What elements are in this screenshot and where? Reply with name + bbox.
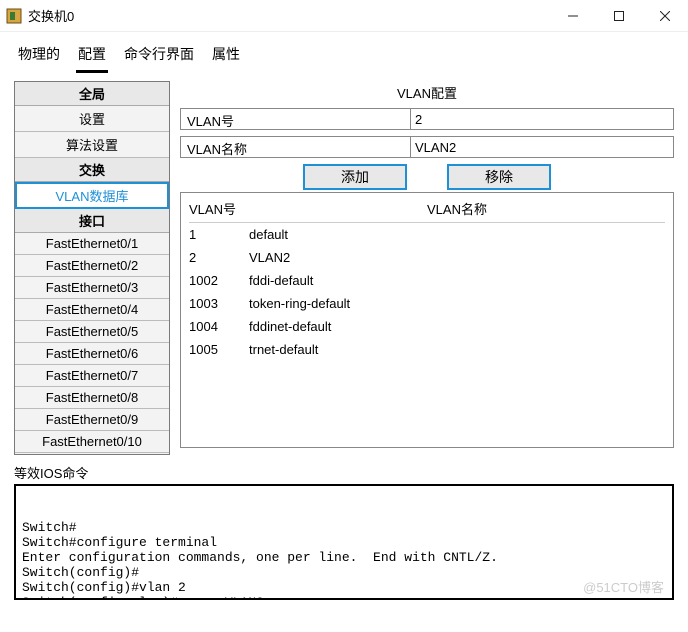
tab-物理的[interactable]: 物理的 xyxy=(16,42,62,73)
cell-vlan-number: 1002 xyxy=(189,273,249,288)
vlan-name-input[interactable] xyxy=(410,136,674,158)
remove-button[interactable]: 移除 xyxy=(447,164,551,190)
sidebar-item[interactable]: 设置 xyxy=(15,106,169,132)
sidebar[interactable]: 全局设置算法设置交换VLAN数据库接口FastEthernet0/1FastEt… xyxy=(14,81,170,455)
sidebar-header: 全局 xyxy=(15,82,169,106)
cell-vlan-number: 2 xyxy=(189,250,249,265)
cell-vlan-name: trnet-default xyxy=(249,342,665,357)
tab-bar: 物理的配置命令行界面属性 xyxy=(0,32,688,75)
vlan-table: VLAN号 VLAN名称 1default2VLAN21002fddi-defa… xyxy=(180,192,674,448)
sidebar-item[interactable]: VLAN数据库 xyxy=(15,182,169,209)
sidebar-item[interactable]: FastEthernet0/1 xyxy=(15,233,169,255)
cell-vlan-number: 1004 xyxy=(189,319,249,334)
sidebar-item[interactable]: FastEthernet0/4 xyxy=(15,299,169,321)
table-row[interactable]: 1003token-ring-default xyxy=(189,292,665,315)
sidebar-header: 交换 xyxy=(15,158,169,182)
table-row[interactable]: 1002fddi-default xyxy=(189,269,665,292)
cell-vlan-name: VLAN2 xyxy=(249,250,665,265)
sidebar-item[interactable]: FastEthernet0/2 xyxy=(15,255,169,277)
sidebar-item[interactable]: 算法设置 xyxy=(15,132,169,158)
cell-vlan-number: 1003 xyxy=(189,296,249,311)
vlan-name-label: VLAN名称 xyxy=(180,136,410,158)
table-row[interactable]: 1004fddinet-default xyxy=(189,315,665,338)
app-icon xyxy=(6,8,22,24)
cell-vlan-name: fddinet-default xyxy=(249,319,665,334)
close-button[interactable] xyxy=(642,0,688,32)
tab-属性[interactable]: 属性 xyxy=(210,42,242,73)
cell-vlan-number: 1005 xyxy=(189,342,249,357)
sidebar-item[interactable]: FastEthernet0/10 xyxy=(15,431,169,453)
window-title: 交换机0 xyxy=(28,6,74,25)
sidebar-header: 接口 xyxy=(15,209,169,233)
tab-命令行界面[interactable]: 命令行界面 xyxy=(122,42,196,73)
sidebar-item[interactable]: FastEthernet0/6 xyxy=(15,343,169,365)
table-row[interactable]: 2VLAN2 xyxy=(189,246,665,269)
cell-vlan-name: token-ring-default xyxy=(249,296,665,311)
header-vlan-number: VLAN号 xyxy=(189,199,249,218)
sidebar-item[interactable]: FastEthernet0/3 xyxy=(15,277,169,299)
cell-vlan-name: default xyxy=(249,227,665,242)
ios-label: 等效IOS命令 xyxy=(0,455,688,482)
vlan-number-input[interactable] xyxy=(410,108,674,130)
watermark: @51CTO博客 xyxy=(583,577,664,596)
table-row[interactable]: 1default xyxy=(189,223,665,246)
maximize-button[interactable] xyxy=(596,0,642,32)
cell-vlan-name: fddi-default xyxy=(249,273,665,288)
panel-title: VLAN配置 xyxy=(180,81,674,108)
sidebar-item[interactable]: FastEthernet0/8 xyxy=(15,387,169,409)
header-vlan-name: VLAN名称 xyxy=(249,199,665,218)
sidebar-item[interactable]: FastEthernet0/9 xyxy=(15,409,169,431)
ios-console[interactable]: Switch# Switch#configure terminal Enter … xyxy=(14,484,674,600)
vlan-number-label: VLAN号 xyxy=(180,108,410,130)
table-row[interactable]: 1005trnet-default xyxy=(189,338,665,361)
sidebar-item[interactable]: FastEthernet0/7 xyxy=(15,365,169,387)
add-button[interactable]: 添加 xyxy=(303,164,407,190)
tab-配置[interactable]: 配置 xyxy=(76,42,108,73)
sidebar-item[interactable]: FastEthernet0/5 xyxy=(15,321,169,343)
title-bar: 交换机0 xyxy=(0,0,688,32)
content-panel: VLAN配置 VLAN号 VLAN名称 添加 移除 VLAN号 VLAN名称 1… xyxy=(180,81,674,455)
sidebar-item[interactable]: FastEthernet0/11 xyxy=(15,453,169,455)
minimize-button[interactable] xyxy=(550,0,596,32)
vlan-table-header: VLAN号 VLAN名称 xyxy=(189,197,665,223)
cell-vlan-number: 1 xyxy=(189,227,249,242)
